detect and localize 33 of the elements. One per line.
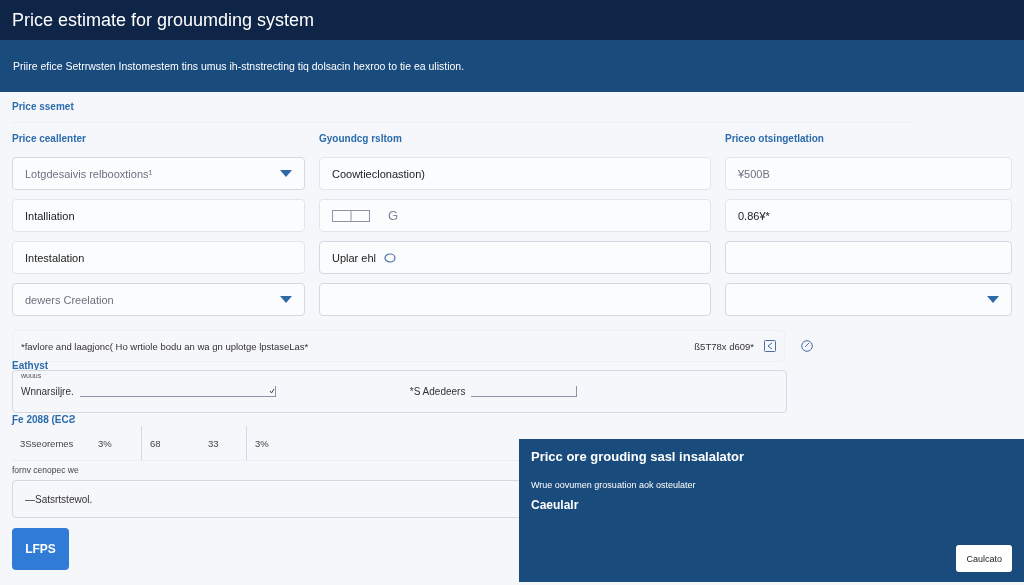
dialog-title: Pricc ore grouding sasl insalalator: [531, 449, 746, 464]
dropdown[interactable]: dewers Creelation: [12, 283, 305, 316]
dropdown[interactable]: Lotgdesaivis relbooxtions¹: [12, 157, 305, 190]
note-field[interactable]: *favlore and laagjonc( Ho wrtiole bodu an wa gn uplotge lpstaseLas* ß5T78x d609*: [12, 330, 785, 362]
table-label: Ƒe 2088 (ECƧ: [12, 414, 76, 425]
field-label: *S Adedeers: [409, 386, 466, 397]
table-cell-text: 3Sseoremes: [20, 437, 75, 449]
table-cell: 33: [208, 437, 219, 449]
table-cell: 3%: [98, 437, 112, 449]
input-field[interactable]: Intestalation: [12, 241, 305, 274]
section-label: Price ssemet: [12, 101, 74, 112]
primary-button[interactable]: LFPS: [12, 528, 69, 570]
input-field[interactable]: Uplar ehl: [319, 241, 711, 274]
window-title: Price estimate for grouumding system: [12, 9, 315, 31]
table-cell: 3%: [255, 437, 269, 449]
table-cell-text: 68: [150, 437, 162, 449]
input-field[interactable]: Coowtieclonastion): [319, 157, 711, 190]
input-field[interactable]: G: [319, 199, 711, 232]
input-field[interactable]: Intalliation: [12, 199, 305, 232]
input-field[interactable]: 0.86¥*: [725, 199, 1012, 232]
column-label: Priceo otsingetlation: [725, 133, 824, 144]
note-text: *favlore and laagjonc( Ho wrtiole bodu an wa gn uplotge lpstaseLas*: [21, 340, 309, 352]
dialog-text: Wrue oovumen grosuation aok osteulater: [531, 480, 697, 490]
result-text: Caeulalr: [531, 498, 580, 512]
column-label: Price ceallenter: [12, 133, 86, 144]
group-label: Eathyst: [12, 360, 49, 371]
calculate-button[interactable]: Caulcato: [956, 545, 1012, 572]
field-label: Wnnarsiljre.: [21, 386, 74, 397]
banner-text: Priire efice Setrrwsten Instomestem tins umus ih-stnstrecting tiq dolsacin hexroo to tie ea ulistion.: [13, 60, 465, 72]
input-field[interactable]: ¥500B: [725, 157, 1012, 190]
field-label: fornv cenopec we: [12, 465, 79, 475]
column-label: Gyoundcg rsltom: [319, 133, 402, 144]
amount-text: ß5T78x d609*: [694, 340, 754, 352]
